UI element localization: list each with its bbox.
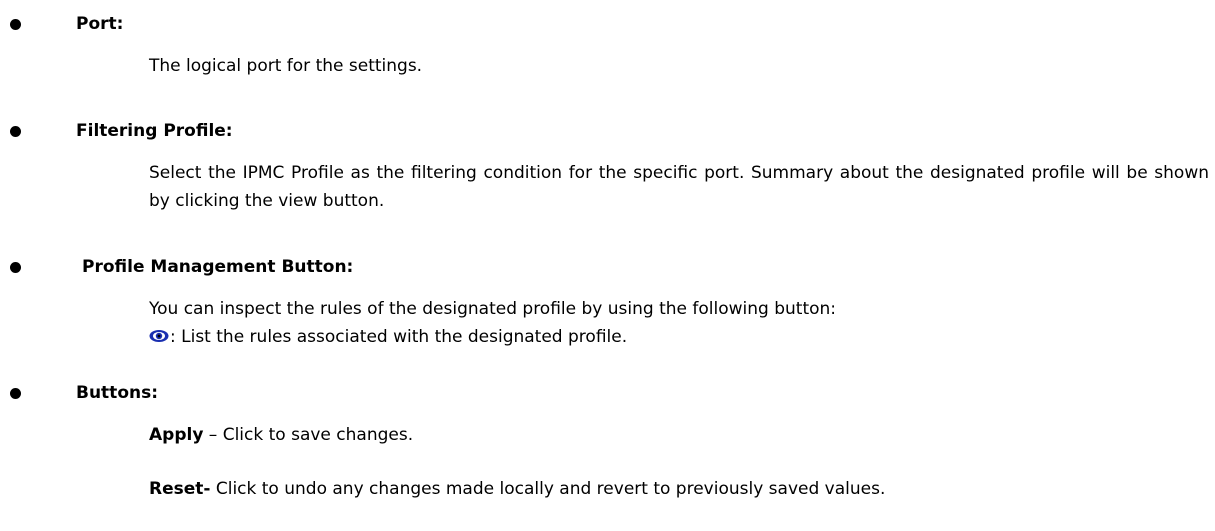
apply-label: Apply (149, 425, 204, 445)
profile-management-intro: You can inspect the rules of the designa… (149, 299, 837, 319)
profile-management-icon-text: : List the rules associated with the des… (170, 327, 628, 347)
bullet-icon (10, 19, 21, 30)
bullet-icon (10, 126, 21, 137)
apply-description: Apply – Click to save changes. (149, 421, 1209, 449)
document-page: Port: The logical port for the settings.… (0, 0, 1215, 531)
filtering-profile-description: Select the IPMC Profile as the filtering… (149, 163, 1209, 211)
port-description: The logical port for the settings. (149, 56, 423, 76)
reset-label: Reset- (149, 479, 211, 499)
bullet-icon (10, 262, 21, 273)
reset-text: Click to undo any changes made locally a… (210, 479, 886, 499)
buttons-heading: Buttons: (76, 383, 159, 403)
profile-management-icon-line: : List the rules associated with the des… (149, 323, 1209, 351)
reset-description: Reset- Click to undo any changes made lo… (149, 475, 1209, 503)
apply-text: – Click to save changes. (203, 425, 414, 445)
bullet-icon (10, 388, 21, 399)
port-heading: Port: (76, 14, 124, 34)
eye-icon (149, 329, 169, 343)
profile-management-heading: Profile Management Button: (82, 257, 354, 277)
filtering-profile-heading: Filtering Profile: (76, 121, 233, 141)
